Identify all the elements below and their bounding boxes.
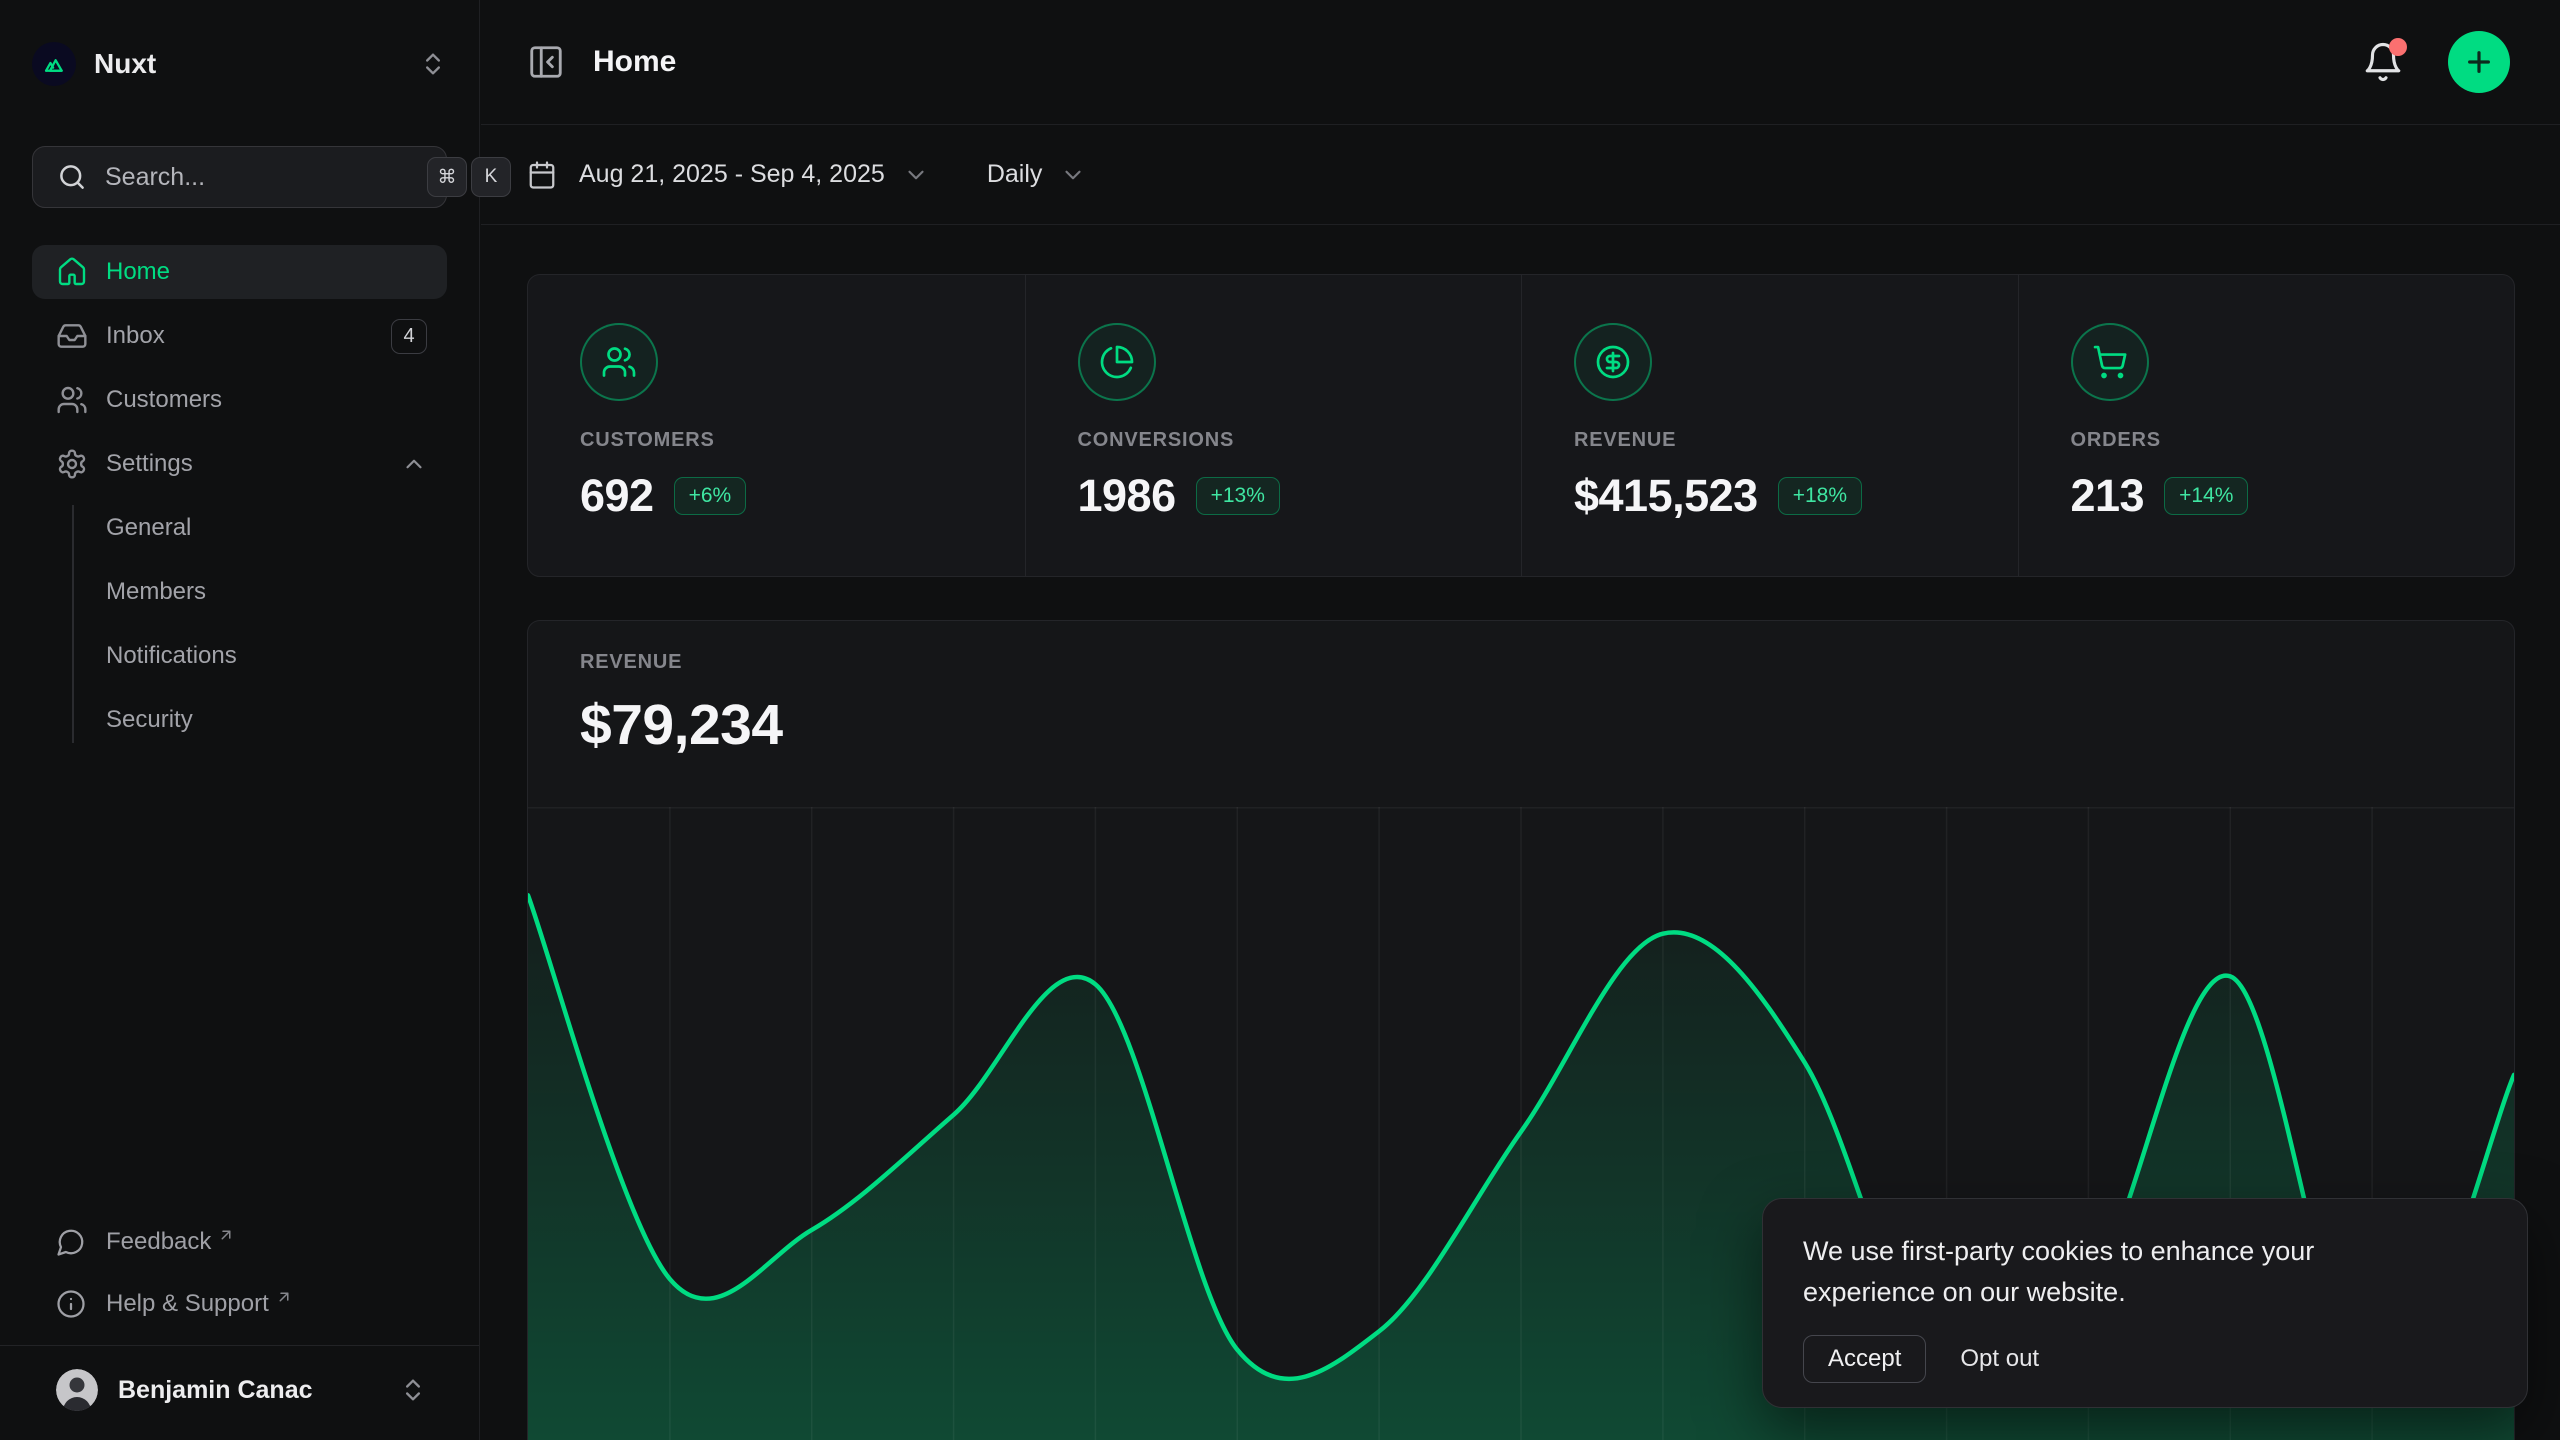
inbox-icon [56,320,88,352]
stat-cards: CUSTOMERS 692 +6% CONVERSIONS 1986 +13% [527,274,2515,577]
add-button[interactable] [2448,31,2510,93]
stat-label: CUSTOMERS [580,429,985,452]
user-menu[interactable]: Benjamin Canac [32,1356,447,1424]
users-icon [56,384,88,416]
cookie-message: We use first-party cookies to enhance yo… [1803,1231,2413,1313]
date-range-label: Aug 21, 2025 - Sep 4, 2025 [579,160,885,189]
stat-card-orders[interactable]: ORDERS 213 +14% [2018,275,2515,576]
sidebar-item-label: Settings [106,450,193,478]
stat-change-badge: +14% [2164,477,2248,515]
info-circle-icon [56,1289,86,1319]
sidebar-item-label: Customers [106,386,222,414]
search-input[interactable]: ⌘ K [32,146,447,208]
chevron-up-icon [401,451,427,477]
chevrons-up-down-icon [419,50,447,78]
chevron-down-icon [1060,162,1086,188]
page-title: Home [593,45,676,79]
stat-label: CONVERSIONS [1078,429,1482,452]
date-range-picker[interactable]: Aug 21, 2025 - Sep 4, 2025 [527,160,929,190]
avatar [56,1369,98,1411]
stat-value: $415,523 [1574,470,1758,522]
collapse-sidebar-button[interactable] [527,43,565,81]
cookie-banner: We use first-party cookies to enhance yo… [1762,1198,2528,1408]
feedback-label: Feedback [106,1228,211,1256]
sidebar-item-security[interactable]: Security [106,693,447,747]
help-support-label: Help & Support [106,1290,269,1318]
chevron-down-icon [903,162,929,188]
stat-label: ORDERS [2071,429,2475,452]
workspace-switcher[interactable]: Nuxt [32,38,447,90]
stat-label: REVENUE [1574,429,1978,452]
granularity-label: Daily [987,160,1043,189]
stat-card-conversions[interactable]: CONVERSIONS 1986 +13% [1025,275,1522,576]
notifications-button[interactable] [2362,41,2404,83]
message-bubble-icon [56,1227,86,1257]
sidebar-item-customers[interactable]: Customers [32,373,447,427]
sidebar-footer: Feedback Help & Support Benja [32,1215,447,1440]
sub-item-label: Notifications [106,642,237,670]
stat-value: 1986 [1078,470,1176,522]
sidebar: Nuxt ⌘ K Home [0,0,480,1440]
settings-submenu: General Members Notifications Security [32,501,447,747]
sidebar-item-inbox[interactable]: Inbox 4 [32,309,447,363]
sub-item-label: Security [106,706,193,734]
users-round-icon [580,323,658,401]
sidebar-divider [0,1345,479,1346]
stat-value: 692 [580,470,654,522]
stat-change-badge: +13% [1196,477,1280,515]
help-support-link[interactable]: Help & Support [32,1277,447,1331]
kbd-command: ⌘ [427,157,467,197]
inbox-count-badge: 4 [391,319,427,354]
sidebar-item-members[interactable]: Members [106,565,447,619]
sidebar-nav: Home Inbox 4 Customers [32,245,447,757]
granularity-select[interactable]: Daily [987,160,1087,189]
stat-change-badge: +18% [1778,477,1862,515]
dollar-circle-icon [1574,323,1652,401]
chevrons-up-down-icon [399,1376,427,1404]
sidebar-item-home[interactable]: Home [32,245,447,299]
stat-card-customers[interactable]: CUSTOMERS 692 +6% [528,275,1025,576]
pie-chart-icon [1078,323,1156,401]
revenue-panel-value: $79,234 [580,692,2514,758]
sidebar-item-notifications[interactable]: Notifications [106,629,447,683]
external-link-icon [275,1288,293,1306]
external-link-icon [217,1226,235,1244]
stat-card-revenue[interactable]: REVENUE $415,523 +18% [1521,275,2018,576]
optout-cookies-button[interactable]: Opt out [1960,1345,2039,1373]
calendar-icon [527,160,557,190]
cart-icon [2071,323,2149,401]
stat-change-badge: +6% [674,477,747,515]
plus-icon [2463,46,2495,78]
search-field[interactable] [105,163,427,192]
revenue-chart-header: REVENUE $79,234 [528,621,2514,807]
notification-dot [2389,38,2407,56]
revenue-panel-label: REVENUE [580,651,2514,674]
stat-value: 213 [2071,470,2145,522]
gear-icon [56,448,88,480]
sidebar-item-general[interactable]: General [106,501,447,555]
nuxt-logo-icon [32,42,76,86]
sub-item-label: General [106,514,191,542]
sidebar-item-settings[interactable]: Settings [32,437,447,491]
topbar: Home [481,0,2560,125]
sidebar-item-label: Home [106,258,170,286]
feedback-link[interactable]: Feedback [32,1215,447,1269]
sidebar-item-label: Inbox [106,322,165,350]
accept-cookies-button[interactable]: Accept [1803,1335,1926,1383]
sub-item-label: Members [106,578,206,606]
search-icon [57,162,87,192]
filter-bar: Aug 21, 2025 - Sep 4, 2025 Daily [481,125,2560,225]
home-icon [56,256,88,288]
user-name: Benjamin Canac [118,1376,313,1405]
workspace-name: Nuxt [94,48,156,80]
